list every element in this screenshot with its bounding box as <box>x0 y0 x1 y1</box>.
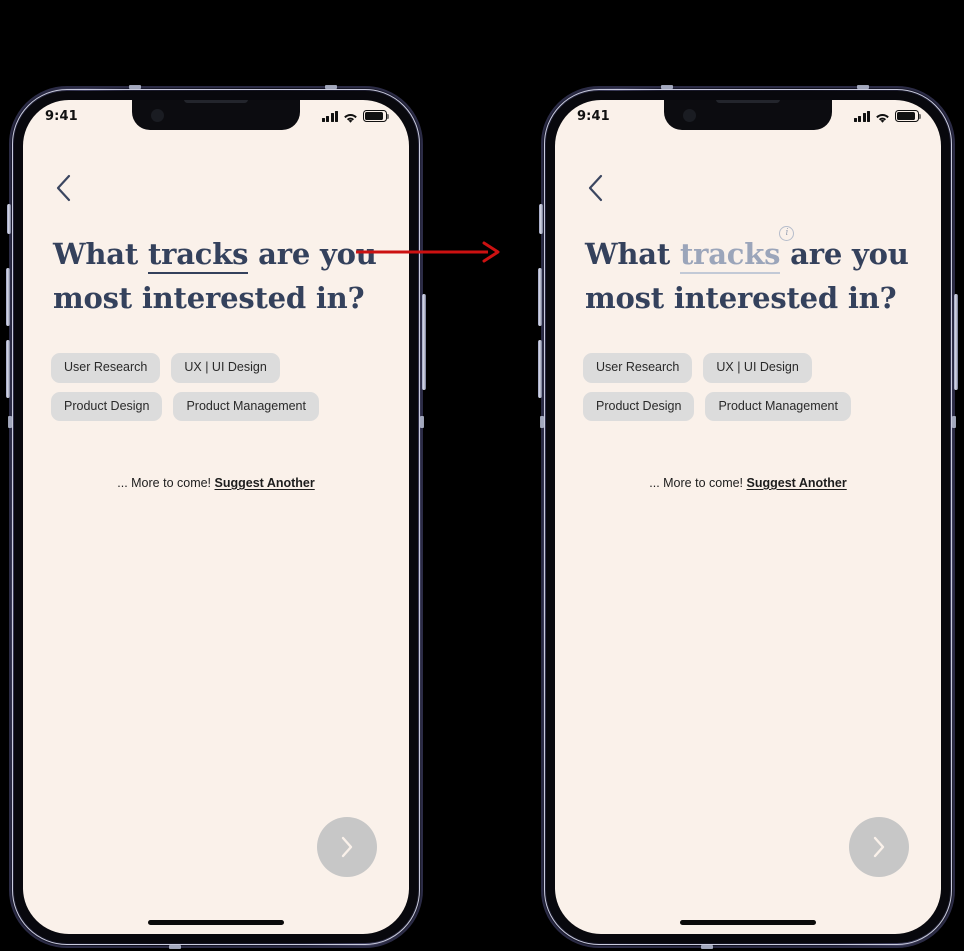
battery-full-icon <box>895 110 922 122</box>
phone-screen-before: 9:41 What tracks are you most interested… <box>23 100 409 934</box>
status-bar-time: 9:41 <box>577 108 610 124</box>
suggest-another-link[interactable]: Suggest Another <box>747 476 847 490</box>
antenna-band <box>8 416 12 428</box>
antenna-band <box>129 85 141 89</box>
status-bar: 9:41 <box>555 100 941 132</box>
chevron-right-icon <box>341 836 353 858</box>
volume-down-button[interactable] <box>6 340 10 398</box>
next-button[interactable] <box>849 817 909 877</box>
antenna-band <box>661 85 673 89</box>
silent-switch[interactable] <box>7 204 11 234</box>
track-chip[interactable]: UX | UI Design <box>171 353 280 383</box>
status-bar-indicators <box>321 110 390 123</box>
cellular-signal-icon <box>853 110 870 122</box>
antenna-band <box>169 945 181 949</box>
more-to-come-line: ... More to come! Suggest Another <box>23 476 409 490</box>
headline-prefix: What <box>53 237 148 271</box>
more-to-come-text: ... More to come! <box>649 476 744 490</box>
track-chip[interactable]: UX | UI Design <box>703 353 812 383</box>
wifi-icon <box>875 111 890 123</box>
cellular-signal-icon <box>321 110 338 122</box>
volume-down-button[interactable] <box>538 340 542 398</box>
home-indicator[interactable] <box>148 920 284 925</box>
status-bar-time: 9:41 <box>45 108 78 124</box>
suggest-another-link[interactable]: Suggest Another <box>215 476 315 490</box>
volume-up-button[interactable] <box>538 268 542 326</box>
power-button[interactable] <box>422 294 426 390</box>
antenna-band <box>857 85 869 89</box>
screen-content: What tracks are you most interested in? … <box>23 100 409 934</box>
volume-up-button[interactable] <box>6 268 10 326</box>
track-chip[interactable]: Product Management <box>705 391 851 421</box>
track-chip[interactable]: User Research <box>51 353 161 383</box>
phone-mockup-after: 9:41 What tracks i are you most intereste… <box>538 85 958 949</box>
headline-emphasis-tracks[interactable]: tracks <box>147 237 249 274</box>
silent-switch[interactable] <box>539 204 543 234</box>
track-chip-list: User Research UX | UI Design Product Des… <box>583 353 921 421</box>
page-title: What tracks i are you most interested in? <box>585 226 915 320</box>
more-to-come-text: ... More to come! <box>117 476 212 490</box>
more-to-come-line: ... More to come! Suggest Another <box>555 476 941 490</box>
track-chip[interactable]: Product Design <box>51 391 163 421</box>
back-button[interactable] <box>575 168 615 208</box>
phone-screen-after: 9:41 What tracks i are you most intereste… <box>555 100 941 934</box>
chevron-right-icon <box>873 836 885 858</box>
status-bar-indicators <box>853 110 922 123</box>
home-indicator[interactable] <box>680 920 816 925</box>
headline-emphasis-tracks[interactable]: tracks i <box>679 226 795 274</box>
status-bar: 9:41 <box>23 100 409 132</box>
track-chip[interactable]: User Research <box>583 353 693 383</box>
antenna-band <box>420 416 424 428</box>
track-chip[interactable]: Product Management <box>173 391 319 421</box>
comparison-stage: 9:41 What tracks are you most interested… <box>0 0 964 951</box>
headline-emphasis-label: tracks <box>679 237 781 271</box>
chevron-left-icon <box>588 174 602 202</box>
antenna-band <box>325 85 337 89</box>
track-chip[interactable]: Product Design <box>583 391 695 421</box>
back-button[interactable] <box>43 168 83 208</box>
screen-content: What tracks i are you most interested in?… <box>555 100 941 934</box>
antenna-band <box>952 416 956 428</box>
next-button[interactable] <box>317 817 377 877</box>
headline-emphasis-label: tracks <box>147 237 249 271</box>
phone-mockup-before: 9:41 What tracks are you most interested… <box>6 85 426 949</box>
antenna-band <box>701 945 713 949</box>
antenna-band <box>540 416 544 428</box>
wifi-icon <box>343 111 358 123</box>
headline-prefix: What <box>585 237 680 271</box>
chevron-left-icon <box>56 174 70 202</box>
battery-full-icon <box>363 110 390 122</box>
track-chip-list: User Research UX | UI Design Product Des… <box>51 353 389 421</box>
power-button[interactable] <box>954 294 958 390</box>
page-title: What tracks are you most interested in? <box>53 232 383 320</box>
